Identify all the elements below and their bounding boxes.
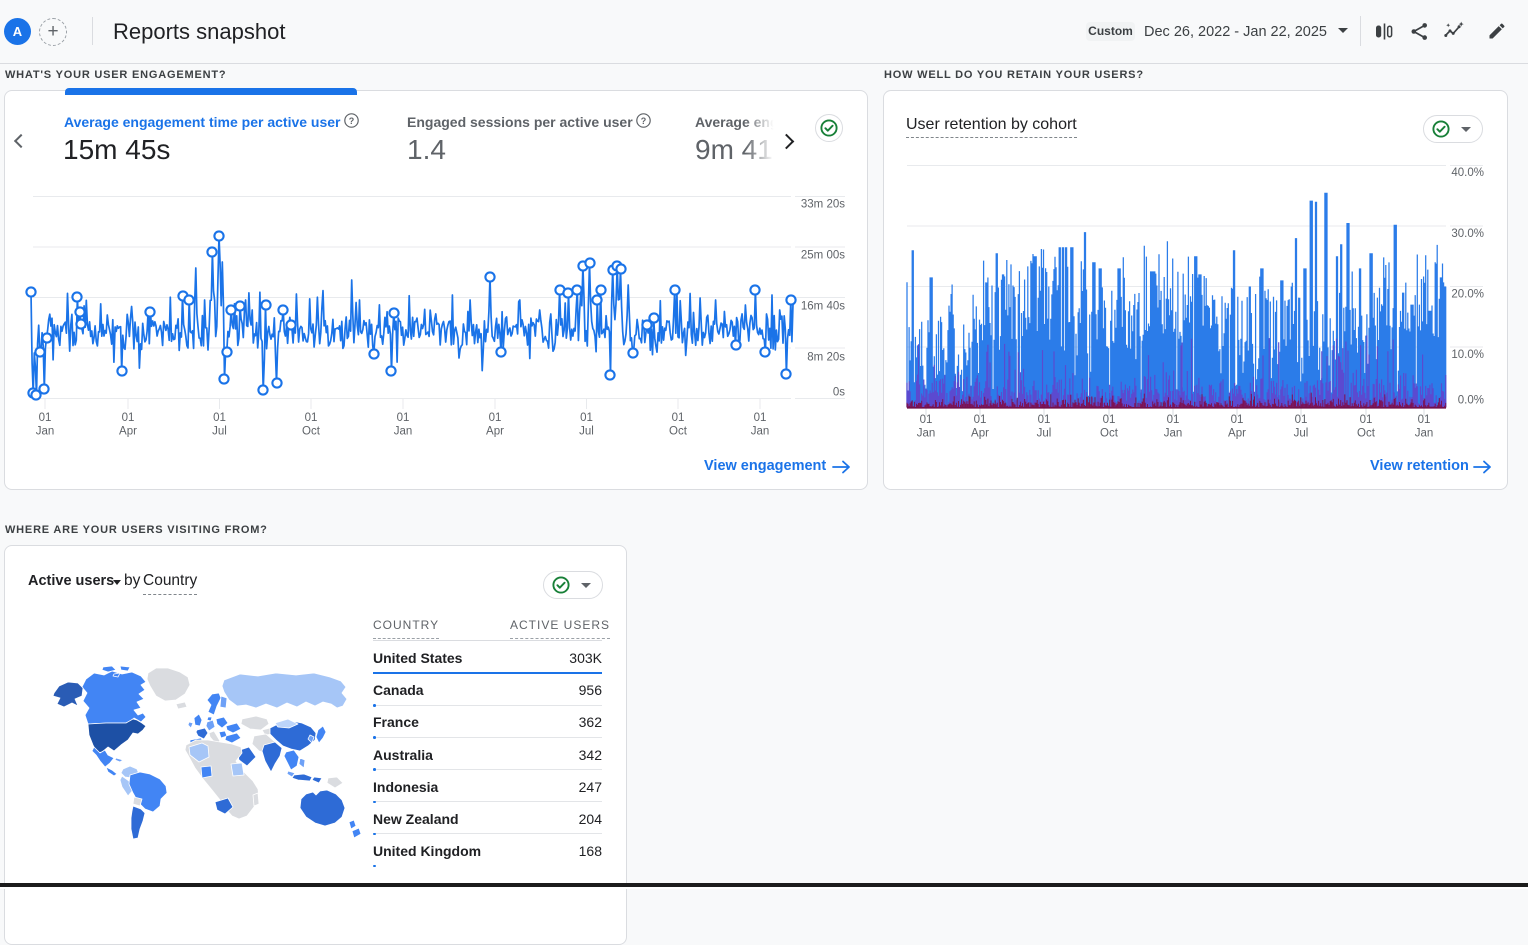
svg-text:01: 01 xyxy=(1231,414,1244,426)
svg-text:16m 40s: 16m 40s xyxy=(801,301,845,313)
svg-text:Jan: Jan xyxy=(36,426,55,438)
svg-text:20.0%: 20.0% xyxy=(1451,289,1484,301)
svg-text:33m 20s: 33m 20s xyxy=(801,199,845,211)
svg-text:Jul: Jul xyxy=(1037,428,1052,440)
svg-text:Jan: Jan xyxy=(751,426,770,438)
svg-text:01: 01 xyxy=(1103,414,1116,426)
svg-text:01: 01 xyxy=(1360,414,1373,426)
svg-text:01: 01 xyxy=(39,412,52,424)
svg-text:Jul: Jul xyxy=(579,426,594,438)
svg-text:Apr: Apr xyxy=(486,426,504,438)
svg-text:01: 01 xyxy=(397,412,410,424)
svg-text:01: 01 xyxy=(213,412,226,424)
svg-text:40.0%: 40.0% xyxy=(1451,167,1484,179)
svg-text:Jan: Jan xyxy=(917,428,936,440)
svg-text:01: 01 xyxy=(974,414,987,426)
svg-text:01: 01 xyxy=(1295,414,1308,426)
svg-text:Oct: Oct xyxy=(1100,428,1119,440)
svg-text:10.0%: 10.0% xyxy=(1451,349,1484,361)
svg-text:Jul: Jul xyxy=(212,426,227,438)
svg-text:Jan: Jan xyxy=(1164,428,1183,440)
svg-text:8m 20s: 8m 20s xyxy=(807,352,845,364)
svg-text:Jul: Jul xyxy=(1294,428,1309,440)
svg-text:0s: 0s xyxy=(833,387,845,399)
svg-text:01: 01 xyxy=(754,412,767,424)
svg-text:01: 01 xyxy=(1167,414,1180,426)
svg-text:25m 00s: 25m 00s xyxy=(801,250,845,262)
svg-text:01: 01 xyxy=(920,414,933,426)
svg-text:Oct: Oct xyxy=(302,426,321,438)
svg-text:0.0%: 0.0% xyxy=(1458,395,1484,407)
svg-text:?: ? xyxy=(641,116,647,126)
svg-text:01: 01 xyxy=(122,412,135,424)
svg-text:Apr: Apr xyxy=(119,426,137,438)
svg-text:Apr: Apr xyxy=(1228,428,1246,440)
svg-text:Oct: Oct xyxy=(1357,428,1376,440)
svg-text:Oct: Oct xyxy=(669,426,688,438)
svg-text:Apr: Apr xyxy=(971,428,989,440)
svg-text:Jan: Jan xyxy=(1415,428,1434,440)
svg-text:?: ? xyxy=(349,116,355,126)
svg-text:01: 01 xyxy=(305,412,318,424)
svg-text:30.0%: 30.0% xyxy=(1451,228,1484,240)
svg-text:01: 01 xyxy=(672,412,685,424)
svg-text:01: 01 xyxy=(1038,414,1051,426)
svg-text:Jan: Jan xyxy=(394,426,413,438)
svg-text:01: 01 xyxy=(580,412,593,424)
svg-text:01: 01 xyxy=(1418,414,1431,426)
svg-text:01: 01 xyxy=(489,412,502,424)
